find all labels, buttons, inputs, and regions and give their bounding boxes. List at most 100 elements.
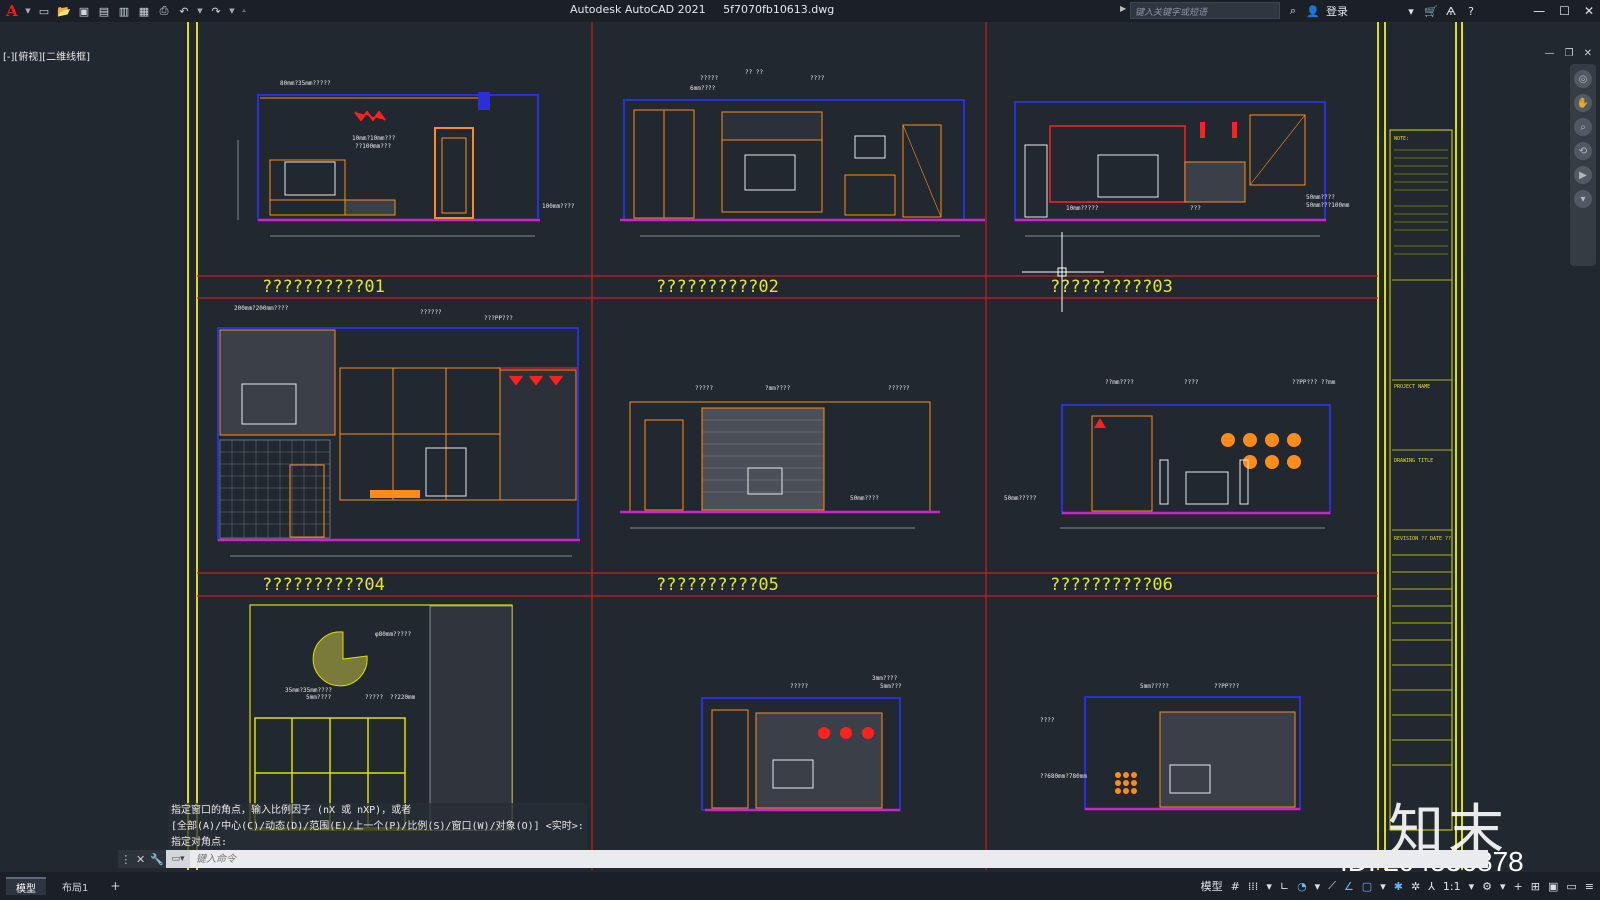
steering-wheel-icon[interactable]: ◎ <box>1574 70 1592 88</box>
publish-icon[interactable]: ▥ <box>116 3 132 19</box>
status-bar: 模型 布局1 + 模型 # ⁞⁞⁞ ▾ ∟ ◔ ▾ ⟋ ∠ ▢ ▾ ✱ ✲ ⅄ … <box>0 872 1600 900</box>
zoom-icon[interactable]: ⌕ <box>1574 118 1592 136</box>
annotation-monitor-icon[interactable]: + <box>1514 880 1523 893</box>
user-icon[interactable]: 👤 <box>1306 5 1320 18</box>
dim-03-d: ??? <box>1190 205 1201 212</box>
dim-08-b: 3mm???? <box>872 675 898 682</box>
osnap-caret-icon[interactable]: ▾ <box>1380 880 1386 893</box>
showmotion-icon[interactable]: ▶ <box>1574 166 1592 184</box>
command-history-line: [全部(A)/中心(C)/动态(D)/范围(E)/上一个(P)/比例(S)/窗口… <box>168 819 587 835</box>
maximize-icon[interactable]: ☐ <box>1559 4 1570 18</box>
close-cmdline-icon[interactable]: ✕ <box>136 853 145 866</box>
saveas-icon[interactable]: ▤ <box>96 3 112 19</box>
command-history-line: 指定对角点: <box>168 835 587 851</box>
auto-scale-icon[interactable]: ✲ <box>1411 880 1420 893</box>
customize-icon[interactable]: 🔧 <box>150 853 164 866</box>
redo-icon[interactable]: ↷ <box>208 3 224 19</box>
print-icon[interactable]: ⎙ <box>156 3 172 19</box>
search-expand-icon[interactable]: ▶ <box>1120 4 1126 13</box>
scale-caret-icon[interactable]: ▾ <box>1469 880 1475 893</box>
dim-02-a: ????? <box>700 75 718 82</box>
snap-icon[interactable]: ⁞⁞⁞ <box>1248 880 1259 893</box>
panel-title-05: ??????????05 <box>656 575 779 595</box>
cad-drawing[interactable]: ??????????01 ??????????02 ??????????03 ?… <box>0 22 1600 872</box>
titlebar-tools: ⌕ 👤 登录 ▾ 🛒 Ѧ ? <box>1286 0 1478 22</box>
app-menu-caret-icon[interactable]: ▼ <box>24 3 32 19</box>
file-name: 5f7070fb10613.dwg <box>723 3 835 16</box>
dim-08-c: 5mm??? <box>880 683 902 690</box>
units-icon[interactable]: ⊞ <box>1531 880 1540 893</box>
redo-caret-icon[interactable]: ▼ <box>228 3 236 19</box>
login-button[interactable]: 登录 <box>1326 3 1348 19</box>
title-bar: A ▼ ▭ 📂 ▣ ▤ ▥ ▦ ⎙ ↶ ▼ ↷ ▼ ⩡ Autodesk Aut… <box>0 0 1600 22</box>
tb-notes-heading: NOTE: <box>1394 136 1409 142</box>
orbit-icon[interactable]: ⟲ <box>1574 142 1592 160</box>
tab-model[interactable]: 模型 <box>6 877 46 895</box>
command-history: 指定窗口的角点，输入比例因子 (nX 或 nXP)，或者 [全部(A)/中心(C… <box>168 803 587 851</box>
drag-handle-icon[interactable]: ⋮ <box>120 853 131 866</box>
snap-caret-icon[interactable]: ▾ <box>1266 880 1272 893</box>
panel-title-01: ??????????01 <box>262 277 385 297</box>
polar-icon[interactable]: ◔ <box>1297 880 1307 893</box>
customization-menu-icon[interactable]: ≡ <box>1585 880 1594 893</box>
nav-more-icon[interactable]: ▾ <box>1574 190 1592 208</box>
ortho-icon[interactable]: ∟ <box>1280 880 1289 893</box>
cart-icon[interactable]: 🛒 <box>1424 5 1438 18</box>
dim-09-d: ???? <box>1040 717 1055 724</box>
open-icon[interactable]: 📂 <box>56 3 72 19</box>
elevation-08: ????? 3mm???? 5mm??? <box>701 675 902 812</box>
dim-01-d: 100mm???? <box>542 203 575 210</box>
dim-06-a: ??mm???? <box>1105 379 1134 386</box>
autocad-logo-icon[interactable]: A <box>4 2 20 20</box>
object-snap-icon[interactable]: ▢ <box>1362 880 1372 893</box>
help-icon[interactable]: ? <box>1464 5 1478 18</box>
annotation-scale-icon[interactable]: ⅄ <box>1428 880 1435 893</box>
login-caret-icon[interactable]: ▾ <box>1404 5 1418 18</box>
tb-project-name: PROJECT NAME <box>1394 384 1430 390</box>
search-input[interactable]: 键入关键字或短语 <box>1130 2 1280 19</box>
dim-07-e: ??220mm <box>390 694 416 701</box>
crosshair-cursor <box>1022 232 1104 312</box>
drawing-viewport[interactable]: ??????????01 ??????????02 ??????????03 ?… <box>0 22 1600 872</box>
recent-commands-icon[interactable]: ▭▾ <box>166 850 190 868</box>
a360-icon[interactable]: Ѧ <box>1444 5 1458 18</box>
minimize-icon[interactable]: — <box>1533 4 1545 18</box>
workspace-caret-icon[interactable]: ▾ <box>1500 880 1506 893</box>
isodraft-icon[interactable]: ⟋ <box>1328 879 1336 893</box>
tab-layout1[interactable]: 布局1 <box>52 877 98 895</box>
model-space-button[interactable]: 模型 <box>1201 878 1223 894</box>
object-snap-tracking-icon[interactable]: ∠ <box>1344 880 1354 893</box>
vp-minimize-icon[interactable]: — <box>1545 48 1555 59</box>
dim-08-a: ????? <box>790 683 808 690</box>
pan-icon[interactable]: ✋ <box>1574 94 1592 112</box>
customize-qat-icon[interactable]: ⩡ <box>240 3 248 19</box>
annotation-visibility-icon[interactable]: ✱ <box>1394 880 1403 893</box>
plot-preview-icon[interactable]: ▦ <box>136 3 152 19</box>
dim-04-b: ?????? <box>420 309 442 316</box>
undo-caret-icon[interactable]: ▼ <box>196 3 204 19</box>
dim-07-c: 5mm???? <box>306 694 332 701</box>
close-icon[interactable]: ✕ <box>1584 4 1594 18</box>
add-layout-button[interactable]: + <box>104 877 126 895</box>
new-icon[interactable]: ▭ <box>36 3 52 19</box>
dim-05-b: ?mm???? <box>765 385 791 392</box>
vp-restore-icon[interactable]: ❐ <box>1565 48 1574 59</box>
grid-icon[interactable]: # <box>1231 880 1240 893</box>
annotation-scale-value[interactable]: 1:1 <box>1443 880 1461 893</box>
clean-screen-icon[interactable]: ▭ <box>1566 880 1576 893</box>
polar-caret-icon[interactable]: ▾ <box>1315 880 1321 893</box>
vp-close-icon[interactable]: ✕ <box>1584 48 1592 59</box>
tb-date: DATE ?? <box>1430 536 1451 542</box>
dim-09-a: 5mm????? <box>1140 683 1169 690</box>
command-line-handle: ⋮ ✕ 🔧 <box>118 850 166 868</box>
search-icon[interactable]: ⌕ <box>1286 4 1300 18</box>
undo-icon[interactable]: ↶ <box>176 3 192 19</box>
save-icon[interactable]: ▣ <box>76 3 92 19</box>
quick-properties-icon[interactable]: ▣ <box>1548 880 1558 893</box>
dim-01-b: 10mm?10mm??? <box>352 135 396 142</box>
workspace-gear-icon[interactable]: ⚙ <box>1482 880 1492 893</box>
command-input[interactable] <box>190 851 1488 867</box>
viewport-label[interactable]: [-][俯视][二维线框] <box>3 48 90 63</box>
quick-access-toolbar: A ▼ ▭ 📂 ▣ ▤ ▥ ▦ ⎙ ↶ ▼ ↷ ▼ ⩡ <box>0 0 248 22</box>
navigation-bar: ◎ ✋ ⌕ ⟲ ▶ ▾ <box>1570 64 1596 266</box>
